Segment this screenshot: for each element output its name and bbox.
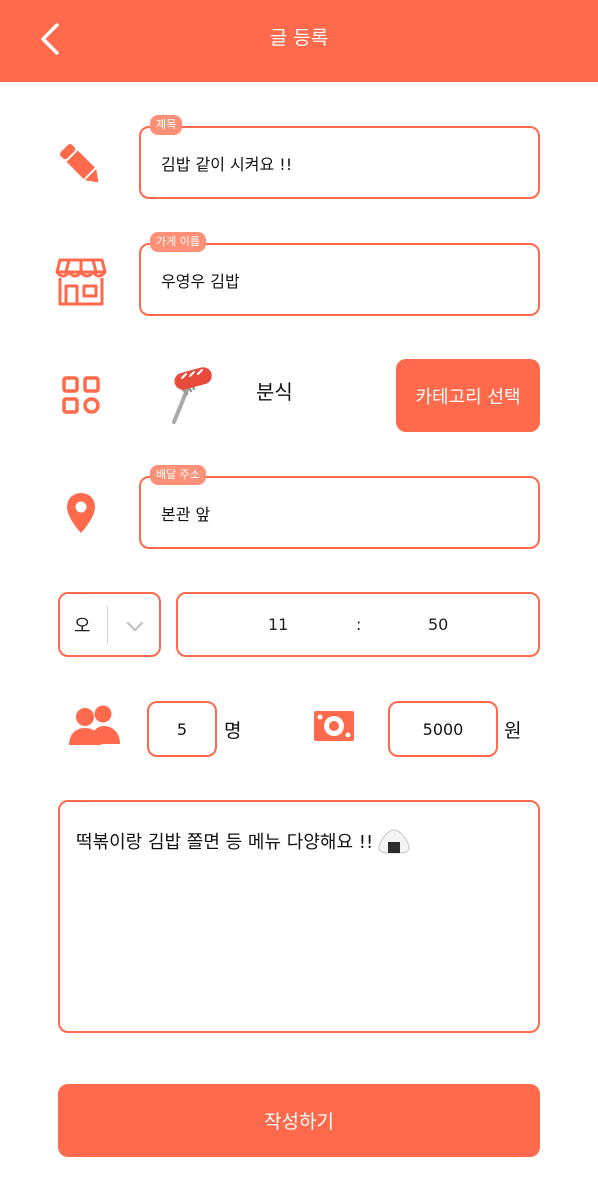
store-name-field[interactable]: 우영우 김밥 — [139, 243, 540, 316]
delivery-address-tag: 배달 주소 — [150, 465, 206, 485]
minute-value[interactable]: 50 — [428, 594, 448, 655]
ampm-divider — [107, 606, 108, 644]
time-field[interactable]: 11 : 50 — [176, 592, 540, 657]
sausage-fork-icon — [160, 364, 216, 426]
selected-category: 분식 — [256, 380, 293, 404]
page-title: 글 등록 — [269, 27, 329, 49]
price-input[interactable]: 5000 — [388, 701, 498, 757]
title-tag: 제목 — [150, 115, 183, 135]
people-icon — [68, 704, 122, 746]
location-pin-icon — [64, 490, 98, 536]
memo-textarea[interactable]: 떡볶이랑 김밥 쫄면 등 메뉴 다양해요 !! — [58, 800, 540, 1033]
store-name-tag: 가게 이름 — [150, 232, 206, 252]
ampm-dropdown[interactable]: 오 — [58, 592, 161, 657]
category-select-button[interactable]: 카테고리 선택 — [396, 359, 540, 432]
title-field[interactable]: 김밥 같이 시켜요 !! — [139, 126, 540, 199]
people-count-input[interactable]: 5 — [147, 701, 217, 757]
hour-value[interactable]: 11 — [268, 594, 288, 655]
price-unit: 원 — [504, 720, 522, 742]
onigiri-icon — [378, 829, 410, 854]
memo-text: 떡볶이랑 김밥 쫄면 등 메뉴 다양해요 !! — [76, 832, 374, 853]
ampm-value: 오 — [74, 615, 91, 637]
delivery-address-field[interactable]: 본관 앞 — [139, 476, 540, 549]
title-value: 김밥 같이 시켜요 !! — [161, 154, 293, 174]
submit-button[interactable]: 작성하기 — [58, 1084, 540, 1157]
chevron-down-icon — [126, 621, 144, 632]
people-unit: 명 — [224, 720, 242, 742]
grid-icon — [60, 374, 102, 416]
money-icon — [312, 707, 356, 745]
time-separator: : — [356, 615, 362, 634]
store-name-value: 우영우 김밥 — [161, 271, 240, 291]
delivery-address-value: 본관 앞 — [161, 504, 211, 524]
pencil-icon — [52, 138, 108, 190]
store-icon — [54, 254, 108, 308]
